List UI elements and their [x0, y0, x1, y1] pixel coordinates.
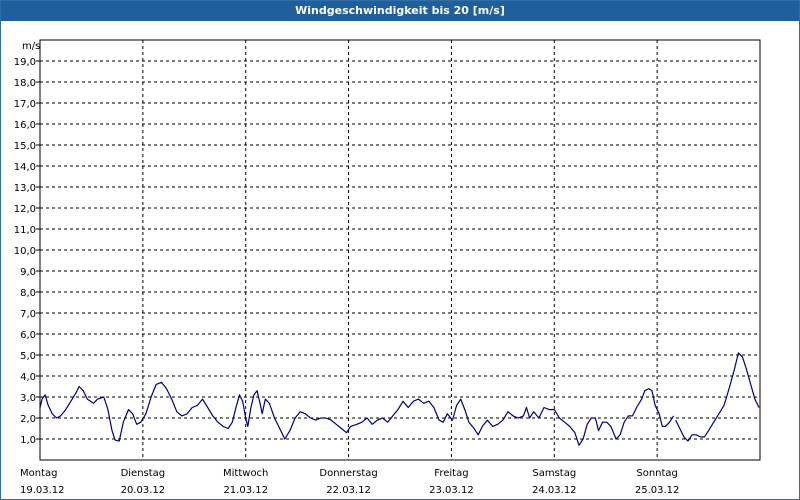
- y-tick-label: 4,0: [20, 372, 36, 383]
- y-tick-label: 12,0: [14, 204, 36, 215]
- y-tick-label: 15,0: [14, 141, 36, 152]
- y-tick-label: 2,0: [20, 414, 36, 425]
- y-tick-label: 14,0: [14, 162, 36, 173]
- y-tick-label: 17,0: [14, 99, 36, 110]
- x-tick-label-day: Freitag: [434, 468, 468, 479]
- y-tick-label: 18,0: [14, 78, 36, 89]
- y-tick-label: 10,0: [14, 246, 36, 257]
- x-tick-label-date: 25.03.12: [635, 485, 680, 496]
- y-tick-label: 13,0: [14, 183, 36, 194]
- y-tick-label: 6,0: [20, 330, 36, 341]
- y-tick-label: 1,0: [20, 435, 36, 446]
- y-axis-unit-label: m/s: [22, 41, 40, 52]
- x-tick-label-date: 21.03.12: [223, 485, 268, 496]
- y-tick-label: 11,0: [14, 225, 36, 236]
- y-tick-label: 5,0: [20, 351, 36, 362]
- y-tick-label: 19,0: [14, 57, 36, 68]
- x-tick-label-date: 20.03.12: [121, 485, 166, 496]
- x-tick-label-day: Samstag: [532, 468, 576, 479]
- y-tick-label: 16,0: [14, 120, 36, 131]
- x-tick-label-day: Donnerstag: [319, 468, 377, 479]
- x-tick-label-day: Montag: [20, 468, 57, 479]
- x-tick-label-date: 22.03.12: [326, 485, 371, 496]
- x-tick-label-date: 24.03.12: [532, 485, 577, 496]
- y-tick-label: 7,0: [20, 309, 36, 320]
- wind-speed-chart: 1,0 2,0 3,0 4,0 5,0 6,0 7,0 8,0 9,0 10,0 11,0 12,0 1…: [14, 39, 761, 496]
- y-tick-label: 8,0: [20, 288, 36, 299]
- x-tick-label-date: 19.03.12: [20, 485, 65, 496]
- grid: [40, 40, 760, 460]
- x-tick-label-day: Dienstag: [121, 468, 166, 479]
- x-tick-label-date: 23.03.12: [429, 485, 474, 496]
- y-axis-ticks: 1,0 2,0 3,0 4,0 5,0 6,0 7,0 8,0 9,0 10,0 11,0 12,0 1…: [14, 57, 40, 446]
- series-group: [39, 352, 760, 446]
- series-line-wind-speed: [39, 381, 675, 446]
- x-tick-label-day: Mittwoch: [223, 468, 268, 479]
- x-tick-label-day: Sonntag: [636, 468, 678, 479]
- x-axis-ticks: Montag 19.03.12 Dienstag 20.03.12 Mittwoch 21…: [20, 468, 679, 496]
- y-tick-label: 3,0: [20, 393, 36, 404]
- y-tick-label: 9,0: [20, 267, 36, 278]
